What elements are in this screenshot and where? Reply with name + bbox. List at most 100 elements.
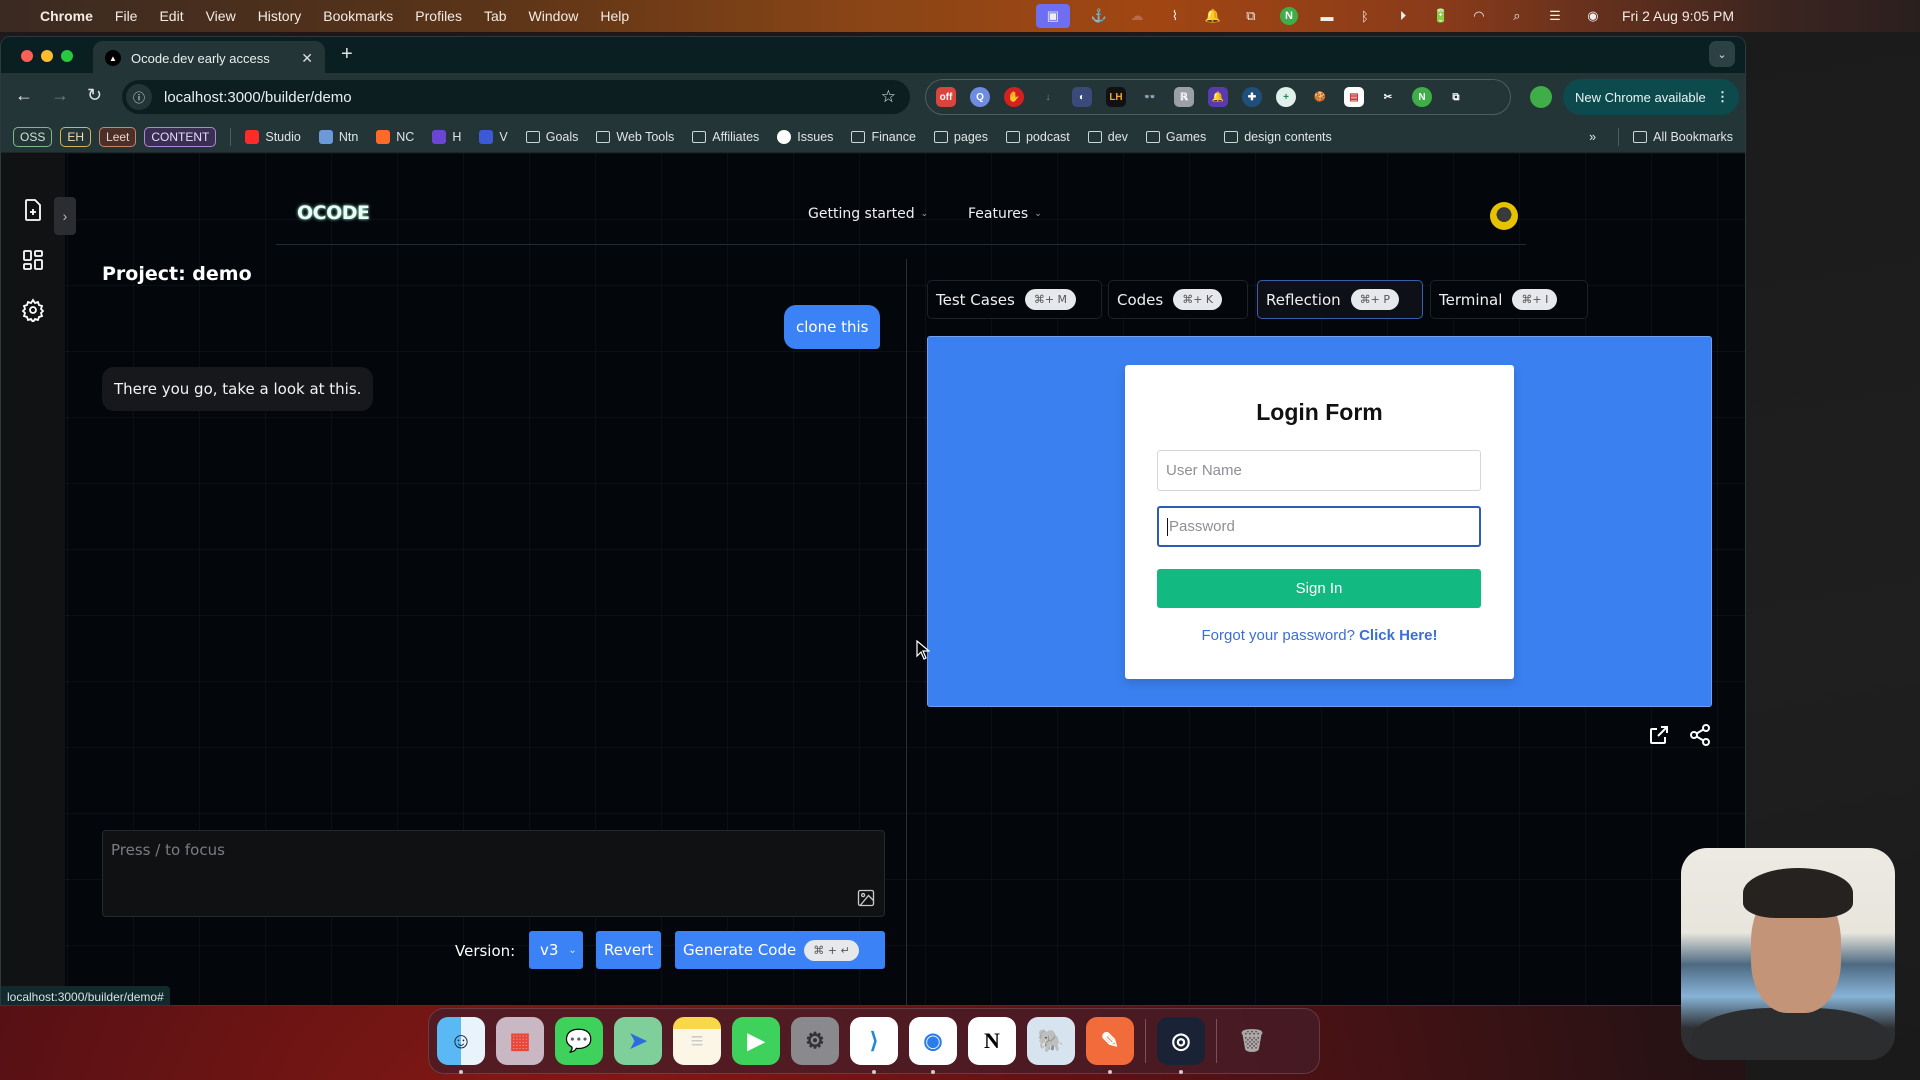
ocode-logo[interactable]: OCODE [297, 202, 370, 224]
new-chrome-available-button[interactable]: New Chrome available ⋮ [1563, 79, 1739, 115]
attach-image-icon[interactable] [856, 888, 876, 908]
extension-plus-green-icon[interactable]: + [1276, 87, 1296, 107]
more-bookmarks-icon[interactable]: » [1589, 130, 1596, 144]
url-text[interactable]: localhost:3000/builder/demo [164, 89, 352, 106]
bookmark-dev[interactable]: dev [1087, 130, 1128, 144]
site-info-icon[interactable]: ⓘ [126, 84, 152, 110]
extension-download-icon[interactable]: ↓ [1038, 87, 1058, 107]
bookmark-leet[interactable]: Leet [99, 126, 137, 147]
settings-gear-icon[interactable] [21, 298, 45, 322]
browser-tab[interactable]: ▲ Ocode.dev early access ✕ [93, 41, 325, 75]
menu-edit[interactable]: Edit [159, 8, 183, 24]
bookmark-star-icon[interactable]: ☆ [881, 87, 896, 107]
dock-launchpad[interactable]: ▦ [496, 1017, 544, 1065]
extension-off-icon[interactable]: off [936, 87, 956, 107]
bookmark-eh[interactable]: EH [60, 126, 92, 147]
header-user-avatar[interactable] [1490, 202, 1518, 230]
tab-terminal[interactable]: Terminal ⌘+ I [1430, 280, 1588, 319]
close-window-button[interactable] [21, 50, 33, 62]
nav-features[interactable]: Features ⌄ [968, 206, 1042, 222]
tab-search-icon[interactable]: ⌄ [1709, 41, 1735, 67]
bookmark-web-tools[interactable]: Web Tools [596, 130, 674, 144]
bookmark-games[interactable]: Games [1145, 130, 1206, 144]
docker-icon[interactable]: ⚓ [1090, 8, 1108, 24]
extension-half-icon[interactable]: ◐ [1072, 87, 1092, 107]
cloud-icon[interactable]: ☁ [1128, 8, 1146, 24]
play-icon[interactable]: ⏵ [1394, 8, 1412, 24]
bookmark-goals[interactable]: Goals [525, 130, 578, 144]
dashboard-icon[interactable] [21, 248, 45, 272]
window-icon[interactable]: ⧉ [1242, 8, 1260, 24]
extension-n-icon[interactable]: N [1412, 87, 1432, 107]
bookmark-studio[interactable]: Studio [245, 129, 301, 144]
dock-notion[interactable]: N [968, 1017, 1016, 1065]
sign-in-button[interactable]: Sign In [1157, 569, 1481, 608]
clock[interactable]: Fri 2 Aug 9:05 PM [1622, 8, 1734, 24]
extension-plus-blue-icon[interactable]: ✚ [1242, 87, 1262, 107]
revert-button[interactable]: Revert [596, 931, 662, 969]
dock-notes[interactable]: ≡ [673, 1017, 721, 1065]
dock-obs[interactable]: ◎ [1157, 1017, 1205, 1074]
new-tab-button[interactable]: + [341, 43, 353, 66]
dock-system-settings[interactable]: ⚙ [791, 1017, 839, 1065]
n-app-icon[interactable]: N [1279, 7, 1298, 25]
password-input[interactable]: Password [1157, 506, 1481, 547]
bookmark-v[interactable]: V [479, 129, 508, 144]
app-menu[interactable]: Chrome [40, 8, 93, 24]
dock-messages[interactable]: 💬 [555, 1017, 603, 1065]
tab-codes[interactable]: Codes ⌘+ K [1108, 280, 1248, 319]
prompt-input[interactable]: Press / to focus [102, 830, 885, 917]
back-icon[interactable]: ← [15, 85, 33, 106]
dock-chrome[interactable]: ◉ [909, 1017, 957, 1074]
click-here-link[interactable]: Click Here! [1359, 627, 1437, 644]
new-file-icon[interactable] [21, 198, 45, 222]
forward-icon[interactable]: → [51, 85, 69, 106]
username-input[interactable]: User Name [1157, 450, 1481, 491]
more-menu-icon[interactable]: ⋮ [1716, 89, 1729, 105]
extension-glasses-icon[interactable]: 👓 [1140, 87, 1160, 107]
tab-test-cases[interactable]: Test Cases ⌘+ M [927, 280, 1102, 319]
extension-lh-icon[interactable]: LH [1106, 87, 1126, 107]
generate-code-button[interactable]: Generate Code ⌘ + ↵ [675, 931, 885, 969]
panel-divider[interactable] [906, 259, 907, 1005]
bookmark-ntn[interactable]: Ntn [318, 129, 358, 144]
reload-icon[interactable]: ↻ [87, 85, 102, 106]
menu-bookmarks[interactable]: Bookmarks [323, 8, 393, 24]
menu-view[interactable]: View [206, 8, 236, 24]
menu-window[interactable]: Window [529, 8, 579, 24]
bookmark-content[interactable]: CONTENT [144, 126, 217, 147]
bookmark-affiliates[interactable]: Affiliates [692, 130, 759, 144]
version-select[interactable]: v3 ⌄ [529, 931, 583, 969]
open-external-icon[interactable] [1647, 723, 1671, 747]
zoom-window-button[interactable] [61, 50, 73, 62]
bookmark-issues[interactable]: Issues [777, 129, 833, 144]
paperclip-icon[interactable]: ⌇ [1166, 8, 1184, 24]
tab-close-icon[interactable]: ✕ [301, 50, 313, 67]
battery-charging-icon[interactable]: 🔋 [1432, 8, 1450, 24]
extension-r-icon[interactable]: ℝ [1174, 87, 1194, 107]
dock-facetime[interactable]: ▶ [732, 1017, 780, 1065]
control-center-icon[interactable]: ☰ [1546, 8, 1564, 24]
bookmark-nc[interactable]: NC [376, 129, 414, 144]
menu-history[interactable]: History [258, 8, 302, 24]
wifi-icon[interactable]: ◠ [1470, 8, 1488, 24]
spotlight-icon[interactable]: ⌕ [1508, 8, 1526, 24]
menu-profiles[interactable]: Profiles [415, 8, 462, 24]
extension-scissors-icon[interactable]: ✂ [1378, 87, 1398, 107]
extension-cookie-icon[interactable]: 🍪 [1310, 87, 1330, 107]
bookmark-h[interactable]: H [432, 129, 461, 144]
dock-vscode[interactable]: ⟩ [850, 1017, 898, 1074]
dock-pgadmin[interactable]: 🐘 [1027, 1017, 1075, 1065]
bell-icon[interactable]: 🔔 [1204, 8, 1222, 24]
siri-icon[interactable]: ◉ [1584, 8, 1602, 24]
extension-q-icon[interactable]: Q [970, 87, 990, 107]
extension-adblock-icon[interactable]: ✋ [1004, 87, 1024, 107]
address-bar[interactable]: ⓘ localhost:3000/builder/demo ☆ [122, 80, 910, 114]
extension-bell-icon[interactable]: 🔔 [1208, 87, 1228, 107]
share-icon[interactable] [1688, 723, 1712, 747]
screen-share-icon[interactable]: ▣ [1035, 4, 1070, 28]
bookmark-oss[interactable]: OSS [13, 126, 53, 147]
menu-tab[interactable]: Tab [484, 8, 507, 24]
menu-file[interactable]: File [115, 8, 138, 24]
profile-avatar[interactable] [1530, 86, 1552, 108]
